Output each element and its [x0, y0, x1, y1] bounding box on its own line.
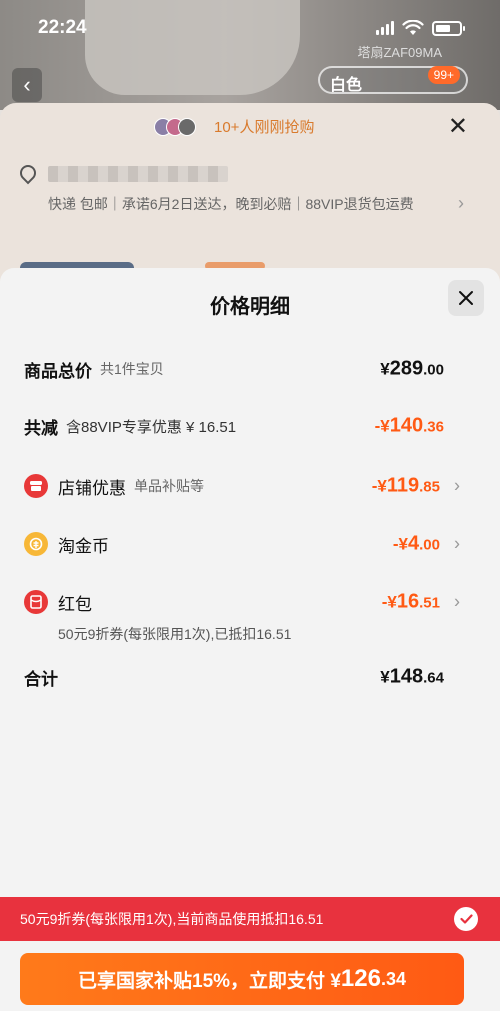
close-icon — [459, 291, 473, 305]
row-total-price: 商品总价 共1件宝贝 ¥289.00 — [24, 354, 464, 384]
pay-amount-dec: .34 — [380, 968, 406, 989]
total-price-sub: 共1件宝贝 — [100, 361, 164, 377]
sum-amount: ¥148.64 — [380, 665, 444, 688]
battery-icon — [432, 20, 465, 36]
redpack-label: 红包 — [58, 594, 92, 614]
redpack-amount: -¥16.51 — [381, 590, 440, 613]
shop-icon — [24, 474, 48, 498]
row-shop-discount[interactable]: 店铺优惠 单品补贴等 -¥119.85 › — [24, 471, 464, 501]
status-time: 22:24 — [38, 17, 87, 38]
modal-title: 价格明细 — [210, 296, 290, 318]
coupon-bar[interactable]: 50元9折券(每张限用1次),当前商品使用抵扣16.51 — [0, 897, 500, 941]
coin-icon — [24, 532, 48, 556]
red-packet-icon — [24, 590, 48, 614]
buyer-avatars — [154, 118, 196, 136]
chevron-right-icon: › — [458, 193, 464, 213]
shop-discount-sub: 单品补贴等 — [134, 478, 204, 494]
coupon-bar-text: 50元9折券(每张限用1次),当前商品使用抵扣16.51 — [20, 911, 324, 927]
reduction-label: 共减 — [24, 418, 58, 438]
shop-discount-label: 店铺优惠 — [58, 478, 126, 498]
close-icon: ✕ — [447, 113, 468, 140]
chevron-right-icon: › — [454, 475, 460, 496]
sum-label: 合计 — [24, 669, 58, 689]
close-button[interactable] — [448, 280, 484, 316]
total-price-label: 商品总价 — [24, 361, 92, 381]
reduction-amount: -¥140.36 — [374, 414, 444, 437]
signal-icon — [376, 21, 394, 35]
shipping-info: 快递 包邮｜承诺6月2日送达，晚到必赔｜88VIP退货包运费 — [48, 196, 414, 212]
coin-amount: -¥4.00 — [392, 532, 440, 555]
total-price-amount: ¥289.00 — [380, 357, 444, 380]
row-redpack[interactable]: 红包 -¥16.51 › — [24, 587, 464, 617]
chevron-right-icon: › — [454, 533, 460, 554]
wifi-icon — [402, 20, 424, 35]
coin-label: 淘金币 — [58, 536, 109, 556]
redpack-note: 50元9折券(每张限用1次),已抵扣16.51 — [58, 626, 292, 642]
hot-buyers-text: 10+人刚刚抢购 — [214, 119, 315, 136]
row-sum: 合计 ¥148.64 — [24, 662, 464, 692]
row-reduction: 共减 含88VIP专享优惠 ¥ 16.51 -¥140.36 — [24, 411, 464, 441]
pay-amount-int: 126 — [340, 965, 381, 992]
reduction-sub: 含88VIP专享优惠 ¥ 16.51 — [66, 418, 237, 436]
pay-now-button[interactable]: 已享国家补贴15%，立即支付 ¥126.34 — [20, 953, 464, 1005]
shop-discount-amount: -¥119.85 — [371, 474, 440, 497]
pay-button-label: 已享国家补贴15%，立即支付 ¥ — [78, 970, 341, 992]
back-arrow-icon: ‹ — [12, 68, 42, 102]
check-icon[interactable] — [454, 907, 478, 931]
row-coin[interactable]: 淘金币 -¥4.00 › — [24, 529, 464, 559]
chevron-right-icon: › — [454, 591, 460, 612]
status-bar: 22:24 — [0, 0, 500, 56]
address-redacted — [48, 166, 228, 182]
cart-badge: 99+ — [427, 66, 460, 84]
